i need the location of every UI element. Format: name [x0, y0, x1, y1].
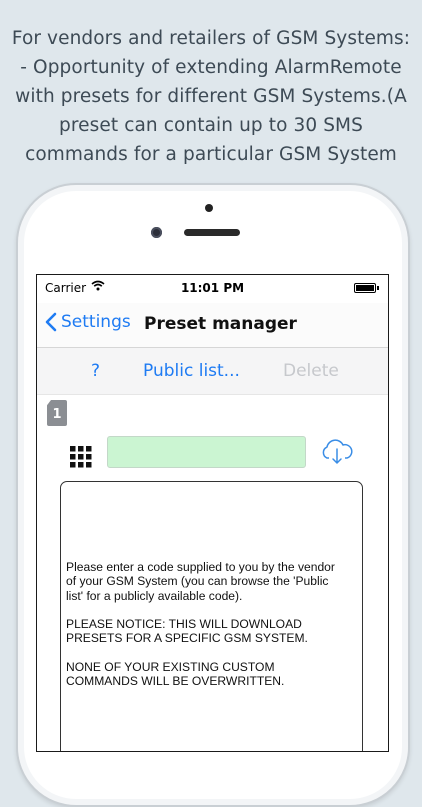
- phone-screen: Carrier 11:01 PM Settings Preset manager…: [36, 274, 389, 752]
- info-paragraph-code: Please enter a code supplied to you by t…: [66, 560, 335, 603]
- navigation-bar: Settings Preset manager: [37, 303, 388, 348]
- proximity-sensor: [205, 204, 213, 212]
- caption-line: with presets for different GSM Systems.(…: [15, 86, 407, 107]
- caption-line: preset can contain up to 30 SMS: [59, 115, 363, 136]
- front-camera: [151, 227, 162, 238]
- info-paragraph-overwrite: NONE OF YOUR EXISTING CUSTOM COMMANDS WI…: [66, 660, 285, 689]
- back-label: Settings: [61, 312, 131, 332]
- preset-code-input[interactable]: [107, 436, 306, 468]
- back-button[interactable]: Settings: [45, 312, 131, 332]
- chevron-left-icon: [45, 312, 57, 332]
- info-text: Please enter a code supplied to you by t…: [66, 560, 366, 703]
- cloud-download-icon[interactable]: [320, 439, 354, 469]
- battery-icon: [354, 283, 379, 293]
- promo-caption: For vendors and retailers of GSM Systems…: [0, 24, 422, 169]
- keypad-icon[interactable]: [70, 446, 92, 472]
- delete-button[interactable]: Delete: [283, 361, 339, 381]
- earpiece-speaker: [184, 229, 240, 236]
- page-title: Preset manager: [144, 314, 297, 334]
- help-button[interactable]: ?: [91, 361, 100, 381]
- caption-line: - Opportunity of extending AlarmRemote: [20, 57, 402, 78]
- info-text-box: Please enter a code supplied to you by t…: [60, 481, 366, 751]
- sim-number: 1: [52, 407, 62, 422]
- toolbar: ? Public list... Delete: [37, 348, 388, 395]
- caption-line: commands for a particular GSM System: [25, 144, 397, 165]
- public-list-button[interactable]: Public list...: [143, 361, 240, 381]
- clock: 11:01 PM: [180, 281, 245, 295]
- status-bar: Carrier 11:01 PM: [37, 275, 388, 303]
- sim-card-icon: 1: [47, 400, 67, 426]
- info-paragraph-notice: PLEASE NOTICE: THIS WILL DOWNLOAD PRESET…: [66, 617, 308, 646]
- caption-line: For vendors and retailers of GSM Systems…: [11, 28, 411, 49]
